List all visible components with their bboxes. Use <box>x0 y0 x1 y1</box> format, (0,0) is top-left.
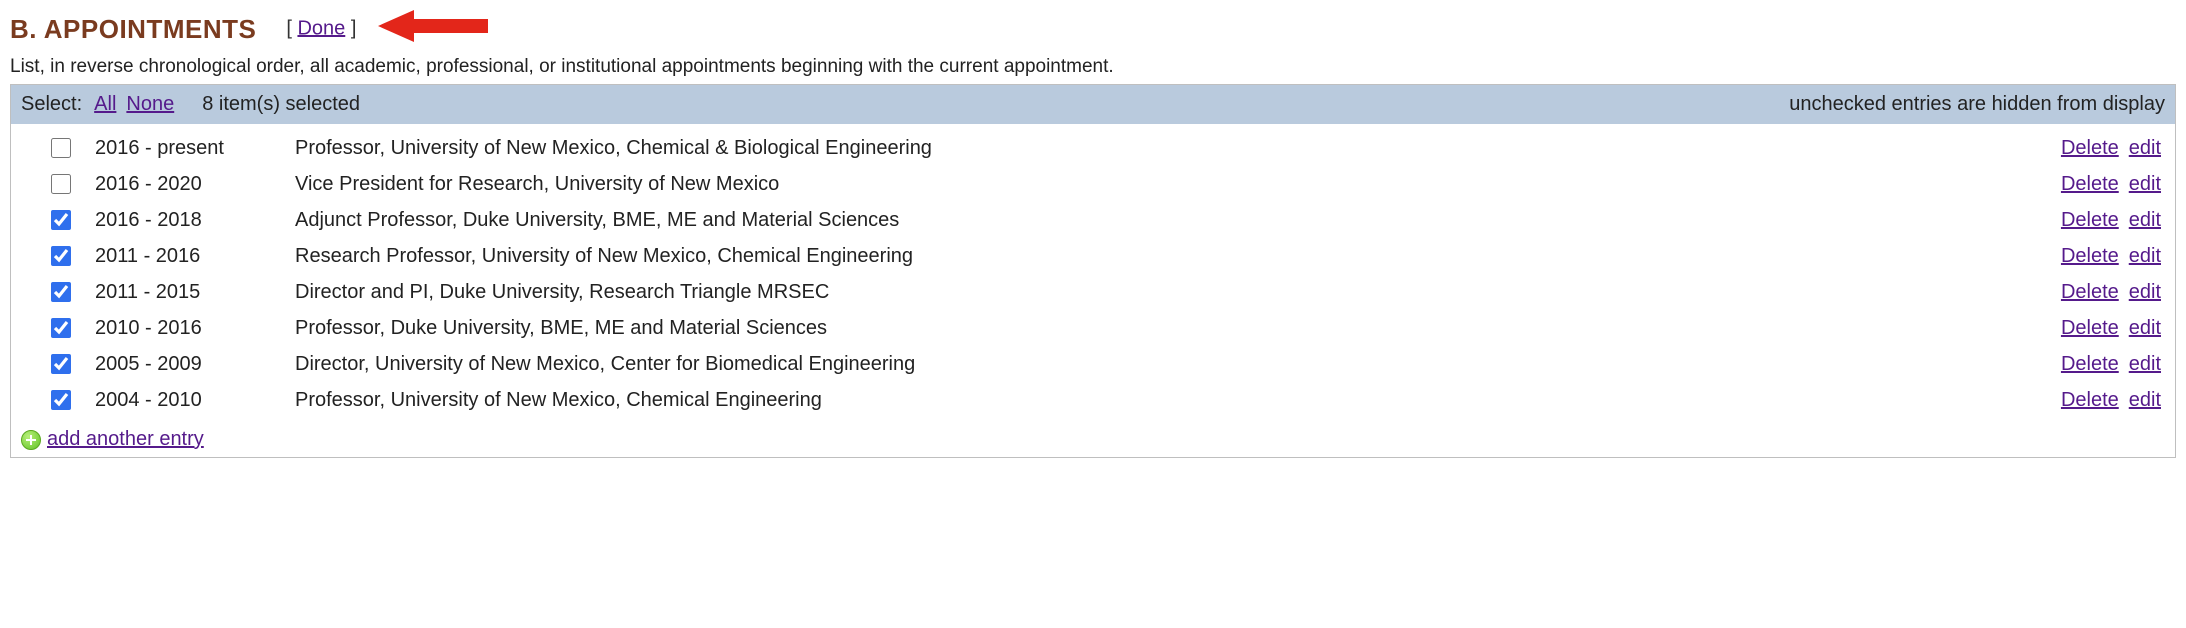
edit-link[interactable]: edit <box>2129 137 2161 160</box>
delete-link[interactable]: Delete <box>2061 389 2119 412</box>
row-checkbox[interactable] <box>51 282 71 302</box>
row-description: Professor, Duke University, BME, ME and … <box>295 317 2061 340</box>
row-checkbox[interactable] <box>51 138 71 158</box>
delete-link[interactable]: Delete <box>2061 245 2119 268</box>
row-description: Director, University of New Mexico, Cent… <box>295 353 2061 376</box>
edit-link[interactable]: edit <box>2129 209 2161 232</box>
row-checkbox[interactable] <box>51 246 71 266</box>
row-dates: 2016 - present <box>95 137 295 160</box>
row-dates: 2005 - 2009 <box>95 353 295 376</box>
table-row: 2005 - 2009Director, University of New M… <box>11 346 2175 382</box>
row-actions: Delete edit <box>2061 353 2161 376</box>
edit-link[interactable]: edit <box>2129 245 2161 268</box>
edit-link[interactable]: edit <box>2129 281 2161 304</box>
table-row: 2011 - 2015Director and PI, Duke Univers… <box>11 274 2175 310</box>
row-description: Professor, University of New Mexico, Che… <box>295 389 2061 412</box>
row-actions: Delete edit <box>2061 209 2161 232</box>
delete-link[interactable]: Delete <box>2061 353 2119 376</box>
row-description: Director and PI, Duke University, Resear… <box>295 281 2061 304</box>
select-bar: Select: All None 8 item(s) selected unch… <box>11 85 2175 124</box>
row-description: Professor, University of New Mexico, Che… <box>295 137 2061 160</box>
arrow-left-icon <box>378 8 488 50</box>
row-checkbox[interactable] <box>51 174 71 194</box>
row-dates: 2010 - 2016 <box>95 317 295 340</box>
plus-circle-icon <box>21 430 41 450</box>
select-label: Select: <box>21 93 82 116</box>
row-dates: 2011 - 2016 <box>95 245 295 268</box>
hidden-notice: unchecked entries are hidden from displa… <box>1789 93 2165 116</box>
row-checkbox[interactable] <box>51 210 71 230</box>
row-description: Adjunct Professor, Duke University, BME,… <box>295 209 2061 232</box>
table-row: 2011 - 2016Research Professor, Universit… <box>11 238 2175 274</box>
row-description: Research Professor, University of New Me… <box>295 245 2061 268</box>
edit-link[interactable]: edit <box>2129 317 2161 340</box>
row-checkbox[interactable] <box>51 318 71 338</box>
row-actions: Delete edit <box>2061 245 2161 268</box>
row-checkbox[interactable] <box>51 354 71 374</box>
instructions-text: List, in reverse chronological order, al… <box>10 56 2176 78</box>
row-dates: 2004 - 2010 <box>95 389 295 412</box>
add-entry-link[interactable]: add another entry <box>47 428 204 451</box>
row-actions: Delete edit <box>2061 281 2161 304</box>
delete-link[interactable]: Delete <box>2061 137 2119 160</box>
row-checkbox[interactable] <box>51 390 71 410</box>
row-actions: Delete edit <box>2061 173 2161 196</box>
table-row: 2004 - 2010Professor, University of New … <box>11 382 2175 418</box>
row-description: Vice President for Research, University … <box>295 173 2061 196</box>
edit-link[interactable]: edit <box>2129 173 2161 196</box>
row-dates: 2011 - 2015 <box>95 281 295 304</box>
table-row: 2010 - 2016Professor, Duke University, B… <box>11 310 2175 346</box>
row-actions: Delete edit <box>2061 389 2161 412</box>
row-actions: Delete edit <box>2061 137 2161 160</box>
delete-link[interactable]: Delete <box>2061 209 2119 232</box>
selected-count: 8 item(s) selected <box>202 93 360 116</box>
appointments-table: Select: All None 8 item(s) selected unch… <box>10 84 2176 458</box>
table-row: 2016 - 2020Vice President for Research, … <box>11 166 2175 202</box>
table-row: 2016 - presentProfessor, University of N… <box>11 130 2175 166</box>
row-dates: 2016 - 2018 <box>95 209 295 232</box>
delete-link[interactable]: Delete <box>2061 281 2119 304</box>
edit-link[interactable]: edit <box>2129 353 2161 376</box>
row-actions: Delete edit <box>2061 317 2161 340</box>
select-all-link[interactable]: All <box>94 93 116 116</box>
delete-link[interactable]: Delete <box>2061 317 2119 340</box>
select-none-link[interactable]: None <box>126 93 174 116</box>
edit-link[interactable]: edit <box>2129 389 2161 412</box>
section-title: B. APPOINTMENTS <box>10 14 256 45</box>
done-bracket: [ Done ] <box>286 8 488 50</box>
table-row: 2016 - 2018Adjunct Professor, Duke Unive… <box>11 202 2175 238</box>
done-link[interactable]: Done <box>297 17 345 39</box>
row-dates: 2016 - 2020 <box>95 173 295 196</box>
delete-link[interactable]: Delete <box>2061 173 2119 196</box>
